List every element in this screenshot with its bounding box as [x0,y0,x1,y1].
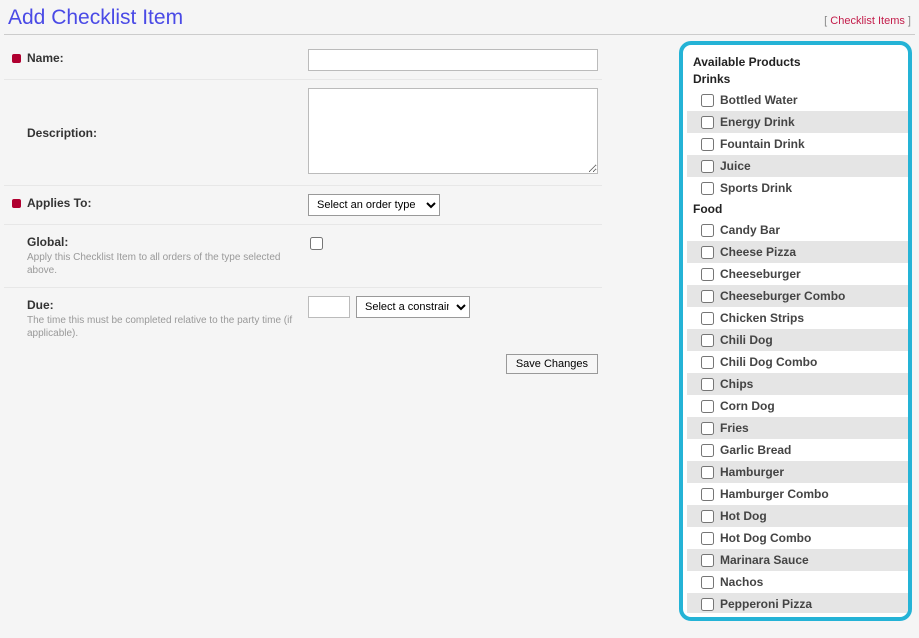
product-checkbox[interactable] [701,138,714,151]
product-checkbox[interactable] [701,246,714,259]
product-label: Energy Drink [720,115,795,129]
due-label: Due: [27,298,300,312]
product-item[interactable]: Hamburger Combo [687,483,908,505]
due-constraint-select[interactable]: Select a constraint [356,296,470,318]
product-checkbox[interactable] [701,268,714,281]
product-checkbox[interactable] [701,400,714,413]
product-item[interactable]: Juice [687,155,908,177]
product-checkbox[interactable] [701,160,714,173]
product-item[interactable]: Energy Drink [687,111,908,133]
form-area: Name: Description: Applies To: [4,41,602,374]
product-item[interactable]: Fries [687,417,908,439]
product-label: Hot Dog Combo [720,531,811,545]
product-checkbox[interactable] [701,290,714,303]
product-group-header: Food [687,199,908,219]
product-item[interactable]: Pepperoni Pizza [687,593,908,613]
product-item[interactable]: Chicken Strips [687,307,908,329]
product-label: Chili Dog Combo [720,355,817,369]
available-products-title: Available Products [687,49,908,69]
checklist-items-link[interactable]: Checklist Items [830,15,905,27]
applies-to-label: Applies To: [27,196,91,210]
product-label: Cheeseburger Combo [720,289,845,303]
product-label: Pepperoni Pizza [720,597,812,611]
product-label: Sports Drink [720,181,792,195]
product-label: Hamburger [720,465,784,479]
product-label: Hot Dog [720,509,767,523]
product-checkbox[interactable] [701,334,714,347]
product-checkbox[interactable] [701,576,714,589]
product-checkbox[interactable] [701,488,714,501]
product-checkbox[interactable] [701,94,714,107]
product-label: Nachos [720,575,763,589]
product-label: Hamburger Combo [720,487,829,501]
product-checkbox[interactable] [701,378,714,391]
product-checkbox[interactable] [701,510,714,523]
product-checkbox[interactable] [701,466,714,479]
product-item[interactable]: Sports Drink [687,177,908,199]
product-item[interactable]: Corn Dog [687,395,908,417]
product-list: Candy Bar Cheese Pizza Cheeseburger Cheeseb… [687,219,908,613]
product-label: Chicken Strips [720,311,804,325]
product-label: Chili Dog [720,333,773,347]
product-label: Chips [720,377,753,391]
product-checkbox[interactable] [701,444,714,457]
name-input[interactable] [308,49,598,71]
product-item[interactable]: Hot Dog Combo [687,527,908,549]
global-label: Global: [27,235,300,249]
product-label: Cheeseburger [720,267,801,281]
product-label: Garlic Bread [720,443,791,457]
product-item[interactable]: Cheeseburger Combo [687,285,908,307]
description-textarea[interactable] [308,88,598,174]
product-group-header: Drinks [687,69,908,89]
product-label: Bottled Water [720,93,798,107]
product-item[interactable]: Hot Dog [687,505,908,527]
order-type-select[interactable]: Select an order type [308,194,440,216]
available-products-scroll[interactable]: Available Products Drinks Bottled Water En… [687,49,908,613]
description-label: Description: [27,126,97,140]
due-value-input[interactable] [308,296,350,318]
required-icon [12,199,21,208]
product-label: Juice [720,159,751,173]
product-item[interactable]: Fountain Drink [687,133,908,155]
product-checkbox[interactable] [701,182,714,195]
product-checkbox[interactable] [701,554,714,567]
product-item[interactable]: Hamburger [687,461,908,483]
product-label: Fries [720,421,749,435]
product-checkbox[interactable] [701,532,714,545]
due-sub-label: The time this must be completed relative… [27,314,300,340]
product-label: Corn Dog [720,399,775,413]
required-icon [12,54,21,63]
global-checkbox[interactable] [310,237,323,250]
breadcrumb: [ Checklist Items ] [824,15,911,27]
name-label: Name: [27,51,64,65]
product-label: Candy Bar [720,223,780,237]
save-button[interactable]: Save Changes [506,354,598,374]
product-item[interactable]: Chili Dog [687,329,908,351]
product-list: Bottled Water Energy Drink Fountain Drink J… [687,89,908,199]
product-checkbox[interactable] [701,356,714,369]
product-item[interactable]: Candy Bar [687,219,908,241]
product-item[interactable]: Bottled Water [687,89,908,111]
product-label: Cheese Pizza [720,245,796,259]
product-checkbox[interactable] [701,116,714,129]
product-item[interactable]: Chili Dog Combo [687,351,908,373]
product-item[interactable]: Chips [687,373,908,395]
global-sub-label: Apply this Checklist Item to all orders … [27,251,300,277]
page-title: Add Checklist Item [8,6,183,30]
product-checkbox[interactable] [701,312,714,325]
product-item[interactable]: Garlic Bread [687,439,908,461]
available-products-panel: Available Products Drinks Bottled Water En… [679,41,912,621]
product-checkbox[interactable] [701,224,714,237]
product-label: Fountain Drink [720,137,805,151]
product-label: Marinara Sauce [720,553,809,567]
product-checkbox[interactable] [701,598,714,611]
product-item[interactable]: Marinara Sauce [687,549,908,571]
product-item[interactable]: Nachos [687,571,908,593]
product-item[interactable]: Cheese Pizza [687,241,908,263]
product-checkbox[interactable] [701,422,714,435]
product-item[interactable]: Cheeseburger [687,263,908,285]
